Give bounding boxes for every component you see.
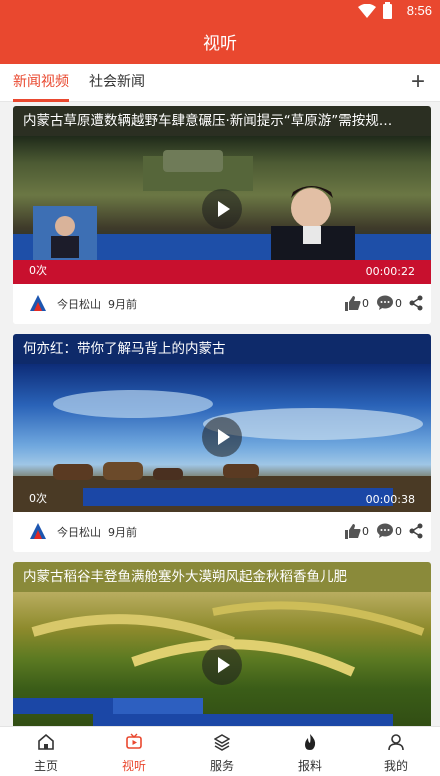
video-title[interactable]: 何亦红：带你了解马背上的内蒙古: [13, 334, 431, 364]
post-age: 9月前: [108, 298, 137, 311]
play-button[interactable]: [202, 645, 242, 685]
source-logo-icon: [30, 523, 46, 539]
comment-count: 0: [395, 297, 402, 310]
video-card[interactable]: 内蒙古草原遭数辆越野车肆意碾压·新闻提示“草原游”需按规… 0次 00:00:2…: [13, 106, 431, 324]
video-title[interactable]: 内蒙古草原遭数辆越野车肆意碾压·新闻提示“草原游”需按规…: [13, 106, 431, 136]
view-count: 0次: [29, 492, 47, 505]
nav-report[interactable]: 报料: [266, 727, 354, 776]
card-meta: 今日松山 9月前 0 0: [13, 284, 431, 324]
nav-video[interactable]: 视听: [90, 727, 178, 776]
card-meta: 今日松山 9月前 0 0: [13, 512, 431, 552]
like-count: 0: [362, 525, 369, 538]
nav-home[interactable]: 主页: [2, 727, 90, 776]
source-logo-icon: [30, 295, 46, 311]
video-title[interactable]: 内蒙古稻谷丰登鱼满舱塞外大漠朔风起金秋稻香鱼儿肥: [13, 562, 431, 592]
video-icon: [126, 733, 142, 749]
tab-news-video[interactable]: 新闻视频: [13, 64, 69, 102]
add-tab-button[interactable]: +: [406, 66, 430, 100]
thumbs-up-icon[interactable]: [345, 295, 361, 311]
video-thumbnail[interactable]: 0次 00:00:22: [13, 136, 431, 284]
flame-icon: [305, 734, 316, 750]
wifi-icon: [358, 4, 376, 18]
page-title: 视听: [0, 24, 440, 64]
nav-label: 我的: [383, 759, 408, 773]
video-card[interactable]: 何亦红：带你了解马背上的内蒙古 0次 00:00:38 今日松山 9月前 0 0: [13, 334, 431, 552]
thumbs-up-icon[interactable]: [345, 523, 361, 539]
tab-bar: 新闻视频 社会新闻 +: [0, 64, 440, 102]
like-count: 0: [362, 297, 369, 310]
status-bar: 8:56: [0, 0, 440, 24]
video-thumbnail[interactable]: 0次 00:00:38: [13, 364, 431, 512]
source-name[interactable]: 今日松山: [57, 524, 101, 540]
nav-label: 视听: [121, 759, 146, 773]
share-icon[interactable]: [409, 295, 423, 311]
battery-icon: [383, 2, 392, 19]
view-count: 0次: [29, 264, 47, 277]
user-icon: [388, 734, 404, 751]
post-age: 9月前: [108, 526, 137, 539]
source-name[interactable]: 今日松山: [57, 296, 101, 312]
video-feed[interactable]: 内蒙古草原遭数辆越野车肆意碾压·新闻提示“草原游”需按规… 0次 00:00:2…: [0, 102, 440, 726]
nav-label: 主页: [33, 759, 58, 773]
layers-icon: [214, 734, 230, 751]
comment-icon[interactable]: [376, 294, 394, 311]
tab-social-news[interactable]: 社会新闻: [89, 64, 145, 102]
nav-services[interactable]: 服务: [178, 727, 266, 776]
comment-count: 0: [395, 525, 402, 538]
comment-icon[interactable]: [376, 522, 394, 539]
share-icon[interactable]: [409, 523, 423, 539]
video-card[interactable]: 内蒙古稻谷丰登鱼满舱塞外大漠朔风起金秋稻香鱼儿肥: [13, 562, 431, 726]
home-icon: [38, 733, 54, 750]
video-duration: 00:00:38: [365, 493, 415, 506]
nav-label: 服务: [209, 759, 234, 773]
video-duration: 00:00:22: [365, 265, 415, 278]
video-thumbnail[interactable]: [13, 592, 431, 726]
play-button[interactable]: [202, 189, 242, 229]
play-button[interactable]: [202, 417, 242, 457]
nav-profile[interactable]: 我的: [352, 727, 440, 776]
nav-label: 报料: [297, 759, 322, 773]
bottom-nav: 主页 视听 服务 报料 我的: [0, 726, 440, 776]
status-time: 8:56: [406, 3, 432, 18]
